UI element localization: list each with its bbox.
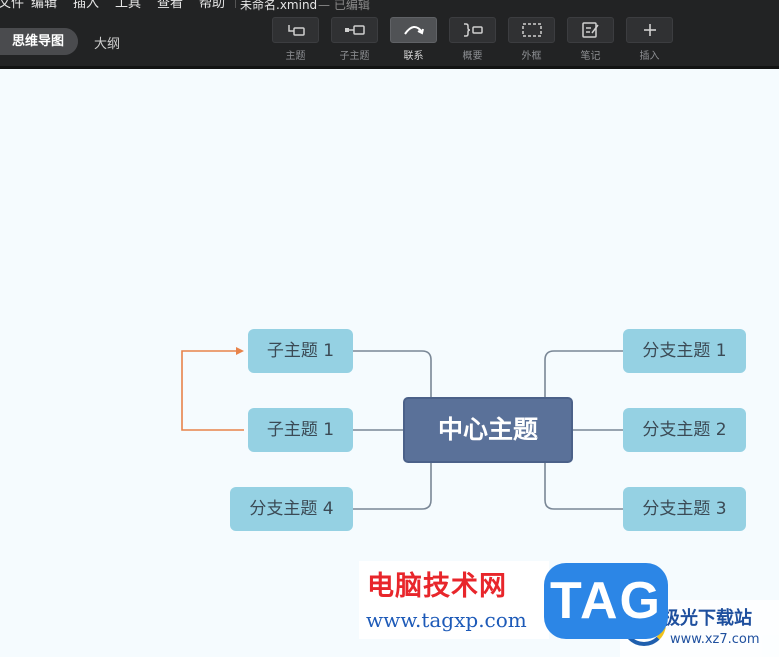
watermark-download-site-name: 极光下载站 (662, 608, 752, 629)
topic-right-2[interactable]: 分支主题 2 (623, 408, 746, 452)
watermark-site-name: 电脑技术网 (367, 571, 507, 602)
central-topic[interactable]: 中心主题 (403, 397, 573, 463)
connector-right-1 (544, 350, 623, 397)
watermark-tag-logo: TAG (544, 563, 668, 639)
relationship-arrowhead (236, 347, 244, 355)
topic-right-1[interactable]: 分支主题 1 (623, 329, 746, 373)
topic-left-3[interactable]: 分支主题 4 (230, 487, 353, 531)
connector-left-1 (353, 350, 432, 397)
topic-left-2[interactable]: 子主题 1 (248, 408, 353, 452)
relationship-line (181, 350, 244, 431)
connector-right-3 (544, 463, 623, 510)
connector-left-3 (353, 463, 432, 510)
watermark-site-url: www.tagxp.com (366, 608, 527, 632)
topic-left-1[interactable]: 子主题 1 (248, 329, 353, 373)
watermark-download-site-url: www.xz7.com (670, 632, 760, 647)
topic-right-3[interactable]: 分支主题 3 (623, 487, 746, 531)
